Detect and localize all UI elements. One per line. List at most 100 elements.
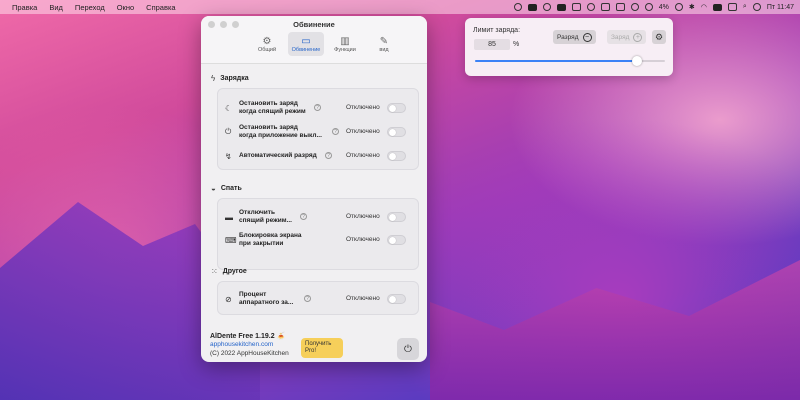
battery-percent: 4% [658,3,669,11]
airdrop-icon[interactable] [513,3,522,11]
wallpaper-shape [430,260,800,400]
tab-appearance[interactable]: ✎ вид [366,32,402,56]
bolt-icon: ϟ [211,74,216,83]
bear-icon[interactable] [542,3,551,11]
setting-label: Остановить заряд когда спящий режим [239,100,306,116]
control-center-icon[interactable] [727,3,737,11]
title-bar: Обвинение ⚙ Общий ▭ Обвинение ▥ Функции … [201,16,427,64]
menu-item-go[interactable]: Переход [75,3,105,12]
setting-row: ⏻ Остановить заряд когда приложение выкл.… [218,123,418,141]
toggle-switch[interactable] [387,151,406,161]
charge-limit-popover: Лимит заряда: 85 % Разряд − Заряд + ⚙ [465,18,673,76]
tab-label: Общий [257,46,277,53]
toggle-switch[interactable] [387,235,406,245]
setting-label: Автоматический разряд [239,152,317,159]
window-title: Обвинение [293,20,335,29]
charge-limit-slider[interactable] [475,56,665,66]
power-button[interactable]: ⏻ [397,338,419,360]
slider-fill [475,60,637,62]
settings-gear-button[interactable]: ⚙ [652,30,666,44]
label-line: Процент [239,291,267,298]
settings-card-charging: ☾ Остановить заряд когда спящий режим ? О… [217,88,419,170]
search-icon[interactable]: ⌕ [743,3,747,11]
slider-knob[interactable] [631,56,642,66]
sync-icon[interactable] [586,3,595,11]
section-header-sleep: ◒ Спать [211,184,242,193]
section-header-charging: ϟ Зарядка [211,74,249,83]
menu-item-view[interactable]: Вид [49,3,63,12]
display-icon[interactable] [615,3,625,11]
menu-item-help[interactable]: Справка [146,3,175,12]
laptop-icon: ⌨ [225,235,237,245]
tab-general[interactable]: ⚙ Общий [249,32,285,56]
button-label: Разряд [557,33,579,41]
help-icon[interactable]: ? [314,104,321,111]
label-line: Остановить заряд [239,124,298,131]
website-link[interactable]: apphousekitchen.com [210,341,273,348]
tab-label: вид [379,46,389,53]
tab-features[interactable]: ▥ Функции [327,32,363,56]
setting-label: Отключить спящий режим... [239,209,292,225]
help-icon[interactable]: ? [304,295,311,302]
brush-icon: ✎ [379,35,389,47]
get-pro-button[interactable]: Получить Pro! [301,338,343,358]
button-label: Заряд [611,33,630,41]
label-line: Отключить [239,209,275,216]
screen-icon[interactable] [556,3,566,11]
control-icon[interactable] [644,3,653,11]
charge-button[interactable]: Заряд + [607,30,647,44]
tab-label: Функции [334,46,356,53]
toggle-switch[interactable] [387,127,406,137]
setting-value: Отключено [346,128,380,135]
label-line: когда спящий режим [239,108,306,115]
menu-item-edit[interactable]: Правка [12,3,37,12]
setting-value: Отключено [346,152,380,159]
bluetooth-icon[interactable]: ✱ [689,3,695,11]
power-icon: ⏻ [404,343,412,355]
setting-row: ⌨ Блокировка экрана при закрытии Отключен… [218,231,418,249]
minus-circle-icon: − [582,32,592,42]
clock-icon[interactable] [674,3,683,11]
help-icon[interactable]: ? [332,128,339,135]
battery-icon: ▭ [301,35,311,47]
aldente-icon[interactable] [527,3,537,11]
discharge-button[interactable]: Разряд − [553,30,596,44]
tab-charging[interactable]: ▭ Обвинение [288,32,324,56]
charge-limit-label: Лимит заряда: [473,27,521,34]
toggle-switch[interactable] [387,294,406,304]
music-icon[interactable] [630,3,639,11]
window-icon[interactable] [571,3,581,11]
toggle-switch[interactable] [387,212,406,222]
section-title: Зарядка [220,75,249,82]
label-line: когда приложение выкл... [239,132,322,139]
siri-icon[interactable] [752,3,761,11]
button-label: Получить [305,341,332,347]
section-title: Спать [220,185,242,192]
setting-row: ↯ Автоматический разряд ? Отключено [218,149,418,163]
menu-clock[interactable]: Пт 11:47 [767,4,794,11]
wifi-icon[interactable]: ◠ [701,3,707,11]
setting-label: Остановить заряд когда приложение выкл... [239,124,322,140]
menu-item-window[interactable]: Окно [117,3,134,12]
setting-value: Отключено [346,295,380,302]
charge-limit-unit: % [513,41,520,48]
gear-icon: ⚙ [654,32,664,42]
gear-icon: ⚙ [262,35,272,47]
help-icon[interactable]: ? [300,213,307,220]
status-area: 4% ✱ ◠ ⌕ Пт 11:47 [513,0,794,14]
mail-icon[interactable] [600,3,610,11]
settings-card-other: ⊘ Процент аппаратного за... ? Отключено [217,281,419,315]
help-icon[interactable]: ? [325,152,332,159]
settings-card-sleep: ▬ Отключить спящий режим... ? Отключено ⌨… [217,198,419,270]
moon-icon: ☾ [225,103,233,113]
copyright-text: (C) 2022 AppHouseKitchen [210,350,289,357]
keyboard-layout-icon[interactable] [712,3,722,11]
button-label: Pro! [305,348,317,354]
settings-window: Обвинение ⚙ Общий ▭ Обвинение ▥ Функции … [201,16,427,362]
window-footer: AlDente Free 1.19.2 🍝 apphousekitchen.co… [201,322,427,362]
charge-limit-value[interactable]: 85 [474,39,510,50]
setting-row: ⊘ Процент аппаратного за... ? Отключено [218,290,418,308]
percent-icon: ⊘ [225,294,232,304]
toggle-switch[interactable] [387,103,406,113]
setting-value: Отключено [346,236,380,243]
